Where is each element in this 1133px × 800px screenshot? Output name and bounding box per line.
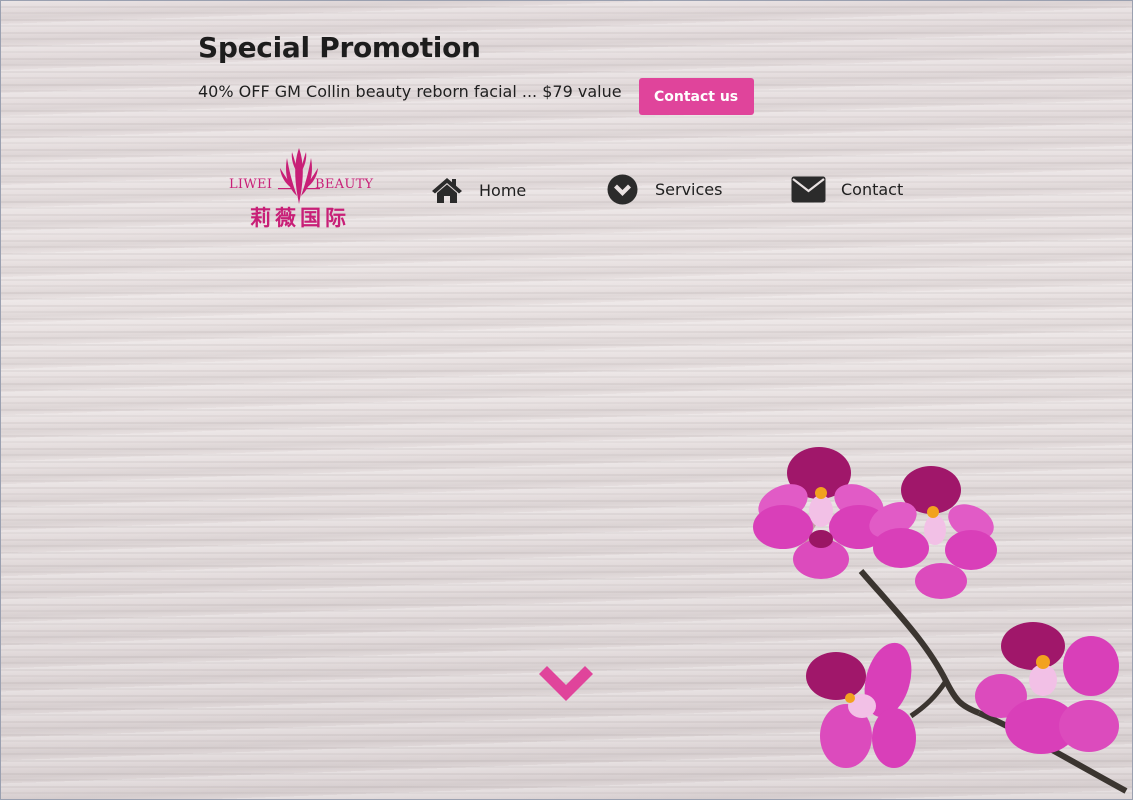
- scroll-down-button[interactable]: [539, 666, 593, 704]
- nav-item-services[interactable]: Services: [607, 174, 722, 205]
- nav-label-contact: Contact: [841, 180, 904, 199]
- main-navigation: Home Services Contact: [1, 173, 1132, 209]
- nav-item-home[interactable]: Home: [431, 176, 526, 204]
- promotion-title: Special Promotion: [198, 31, 481, 64]
- envelope-icon: [791, 176, 826, 203]
- nav-item-contact[interactable]: Contact: [791, 176, 903, 203]
- page-background: Special Promotion 40% OFF GM Collin beau…: [0, 0, 1133, 800]
- nav-label-home: Home: [479, 180, 527, 200]
- contact-us-button[interactable]: Contact us: [638, 78, 754, 115]
- orchid-decoration-image: [753, 447, 1128, 794]
- chevron-down-icon: [539, 666, 593, 701]
- chevron-circle-down-icon: [607, 174, 638, 205]
- promotion-section: Special Promotion 40% OFF GM Collin beau…: [198, 31, 754, 115]
- nav-label-services: Services: [655, 180, 723, 199]
- promotion-row: 40% OFF GM Collin beauty reborn facial .…: [198, 78, 754, 115]
- promotion-text: 40% OFF GM Collin beauty reborn facial .…: [198, 82, 622, 101]
- home-icon: [432, 178, 462, 203]
